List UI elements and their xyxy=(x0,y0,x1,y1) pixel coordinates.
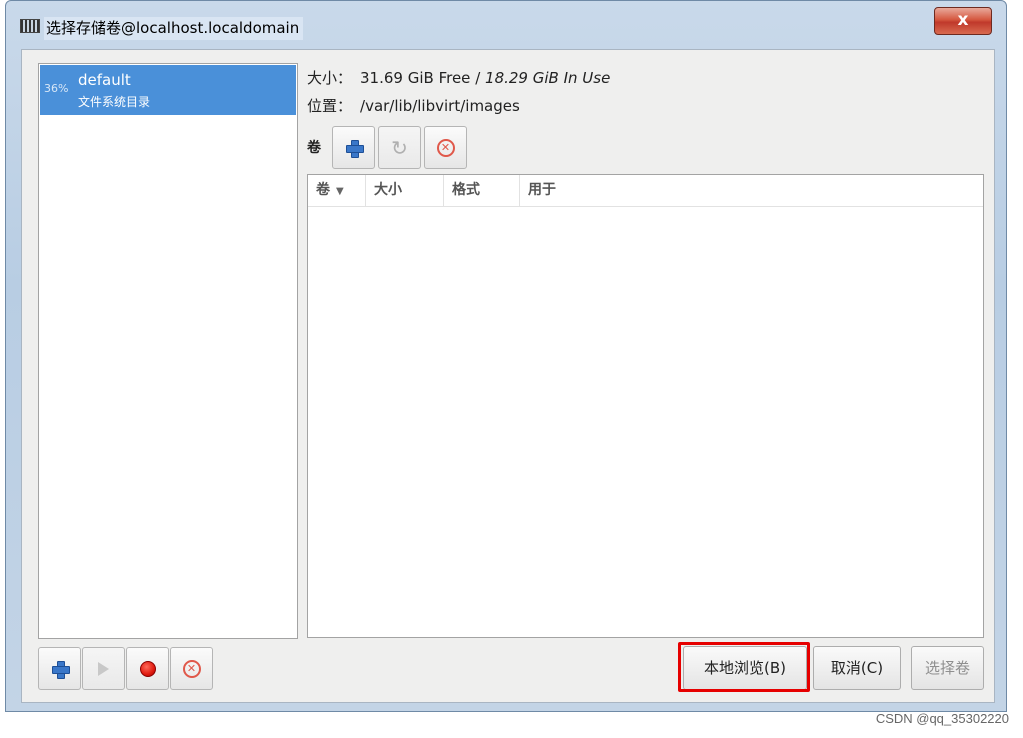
storage-pool-list[interactable]: 36% default 文件系统目录 xyxy=(38,63,298,639)
refresh-icon: ↻ xyxy=(391,135,408,160)
stop-pool-button[interactable] xyxy=(126,647,169,690)
add-pool-button[interactable] xyxy=(38,647,81,690)
plus-icon xyxy=(345,139,364,158)
size-separator: / xyxy=(475,69,481,87)
browse-local-button[interactable]: 本地浏览(B) xyxy=(683,646,807,690)
dialog-body: 36% default 文件系统目录 大小： 31.69 GiB Free / 1… xyxy=(21,49,995,703)
pool-item-default[interactable]: 36% default 文件系统目录 xyxy=(40,65,296,115)
delete-volume-button[interactable]: ✕ xyxy=(424,126,467,169)
volumes-label: 卷 xyxy=(307,140,321,156)
choose-volume-button[interactable]: 选择卷 xyxy=(911,646,984,690)
location-path: /var/lib/libvirt/images xyxy=(360,97,520,115)
pool-type: 文件系统目录 xyxy=(78,95,151,109)
app-icon xyxy=(20,19,40,33)
volume-table[interactable]: 卷 ▼ 大小 格式 用于 xyxy=(307,174,984,638)
pool-location-row: 位置： /var/lib/libvirt/images xyxy=(307,95,520,116)
column-header-size[interactable]: 大小 xyxy=(366,175,444,207)
start-pool-button[interactable] xyxy=(82,647,125,690)
pool-name: default xyxy=(78,71,131,89)
add-volume-button[interactable] xyxy=(332,126,375,169)
size-label: 大小： xyxy=(307,69,353,87)
window-title: 选择存储卷@localhost.localdomain xyxy=(44,17,304,40)
title-bar[interactable]: 选择存储卷@localhost.localdomain x xyxy=(6,1,1006,49)
cancel-button[interactable]: 取消(C) xyxy=(813,646,901,690)
plus-icon xyxy=(51,660,70,679)
size-free: 31.69 GiB Free xyxy=(360,69,471,87)
delete-icon: ✕ xyxy=(436,138,455,157)
refresh-volumes-button[interactable]: ↻ xyxy=(378,126,421,169)
column-header-used-by[interactable]: 用于 xyxy=(520,175,984,207)
close-button[interactable]: x xyxy=(934,7,992,35)
size-in-use: 18.29 GiB In Use xyxy=(485,69,611,87)
sort-descending-icon: ▼ xyxy=(336,186,344,197)
location-label: 位置： xyxy=(307,97,353,115)
delete-pool-button[interactable]: ✕ xyxy=(170,647,213,690)
delete-icon: ✕ xyxy=(182,659,201,678)
column-header-volume[interactable]: 卷 ▼ xyxy=(308,175,366,207)
volume-table-header: 卷 ▼ 大小 格式 用于 xyxy=(308,175,983,207)
column-header-format[interactable]: 格式 xyxy=(444,175,520,207)
pool-size-row: 大小： 31.69 GiB Free / 18.29 GiB In Use xyxy=(307,67,610,88)
play-icon xyxy=(98,661,109,676)
pool-usage: 36% xyxy=(44,82,69,95)
watermark: CSDN @qq_35302220 xyxy=(875,711,1009,726)
record-icon xyxy=(139,660,156,677)
dialog-window: 选择存储卷@localhost.localdomain x 36% defaul… xyxy=(5,0,1007,712)
